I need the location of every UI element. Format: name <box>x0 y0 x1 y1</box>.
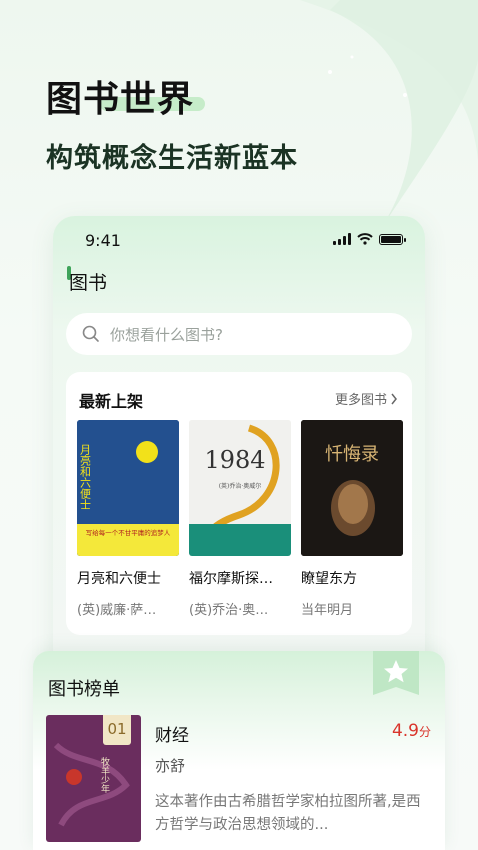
status-bar: 9:41 <box>53 216 425 264</box>
status-time: 9:41 <box>85 231 121 250</box>
ranking-description: 这本著作由古希腊哲学家柏拉图所著,是西方哲学与政治思想领域的... <box>155 794 421 833</box>
book-title: 瞭望东方 <box>301 571 357 587</box>
rank-number: 01 <box>103 715 131 745</box>
status-icons <box>333 233 406 245</box>
cover-title: 忏悔录 <box>325 444 379 465</box>
search-icon <box>82 325 99 342</box>
star-badge-icon <box>373 651 419 695</box>
ranking-panel: 图书榜单 牧羊少年 01 财经 4.9分 亦舒 这本著作由古希腊哲学家柏拉图所著… <box>33 651 445 850</box>
battery-icon <box>379 233 406 245</box>
book-cover: 1984 (英)乔治·奥威尔 <box>189 420 291 556</box>
book-author: (英)威廉·萨… <box>77 603 157 618</box>
book-item[interactable]: 1984 (英)乔治·奥威尔 福尔摩斯探… (英)乔治·奥… <box>189 420 291 618</box>
book-author: 当年明月 <box>301 603 354 618</box>
wifi-icon <box>357 233 373 245</box>
hero-subtitle: 构筑概念生活新蓝本 <box>46 143 298 174</box>
book-item[interactable]: 月亮和六便士 写给每一个不甘平庸的追梦人 月亮和六便士 (英)威廉·萨… <box>77 420 179 618</box>
cover-blurb: 写给每一个不甘平庸的追梦人 <box>86 528 171 537</box>
search-bar[interactable]: 你想看什么图书? <box>66 313 412 355</box>
search-placeholder: 你想看什么图书? <box>110 325 223 344</box>
book-author: (英)乔治·奥… <box>189 603 269 618</box>
cover-author: (英)乔治·奥威尔 <box>219 482 262 490</box>
signal-icon <box>333 233 351 245</box>
section-title: 最新上架 <box>79 392 144 411</box>
ranking-author: 亦舒 <box>155 757 186 775</box>
ranking-title: 图书榜单 <box>48 679 120 700</box>
book-item[interactable]: 忏悔录 瞭望东方 当年明月 <box>301 420 403 618</box>
cover-title: 牧羊少年 <box>99 756 110 794</box>
book-list: 月亮和六便士 写给每一个不甘平庸的追梦人 月亮和六便士 (英)威廉·萨… 198… <box>77 420 403 618</box>
book-title: 福尔摩斯探… <box>189 571 273 587</box>
book-cover: 忏悔录 <box>301 420 403 556</box>
more-books-link[interactable]: 更多图书 <box>335 389 398 408</box>
page-title: 图书 <box>69 272 108 294</box>
phone-mockup: 9:41 图书 你想看什么图书? 最新上架 更多图书 月亮和六便士 写给每一个不… <box>53 216 425 686</box>
ranking-score: 4.9分 <box>391 721 431 741</box>
ranking-book-name[interactable]: 财经 <box>155 721 189 746</box>
chevron-right-icon <box>391 393 397 404</box>
new-books-card: 最新上架 更多图书 月亮和六便士 写给每一个不甘平庸的追梦人 月亮和六便士 (英… <box>66 372 412 635</box>
svg-text:月亮和六便士: 月亮和六便士 <box>79 444 92 510</box>
book-title: 月亮和六便士 <box>77 571 161 587</box>
hero-title: 图书世界 <box>46 79 195 120</box>
book-cover: 月亮和六便士 写给每一个不甘平庸的追梦人 <box>77 420 179 556</box>
more-books-label: 更多图书 <box>334 393 387 408</box>
cover-title: 1984 <box>204 446 265 474</box>
